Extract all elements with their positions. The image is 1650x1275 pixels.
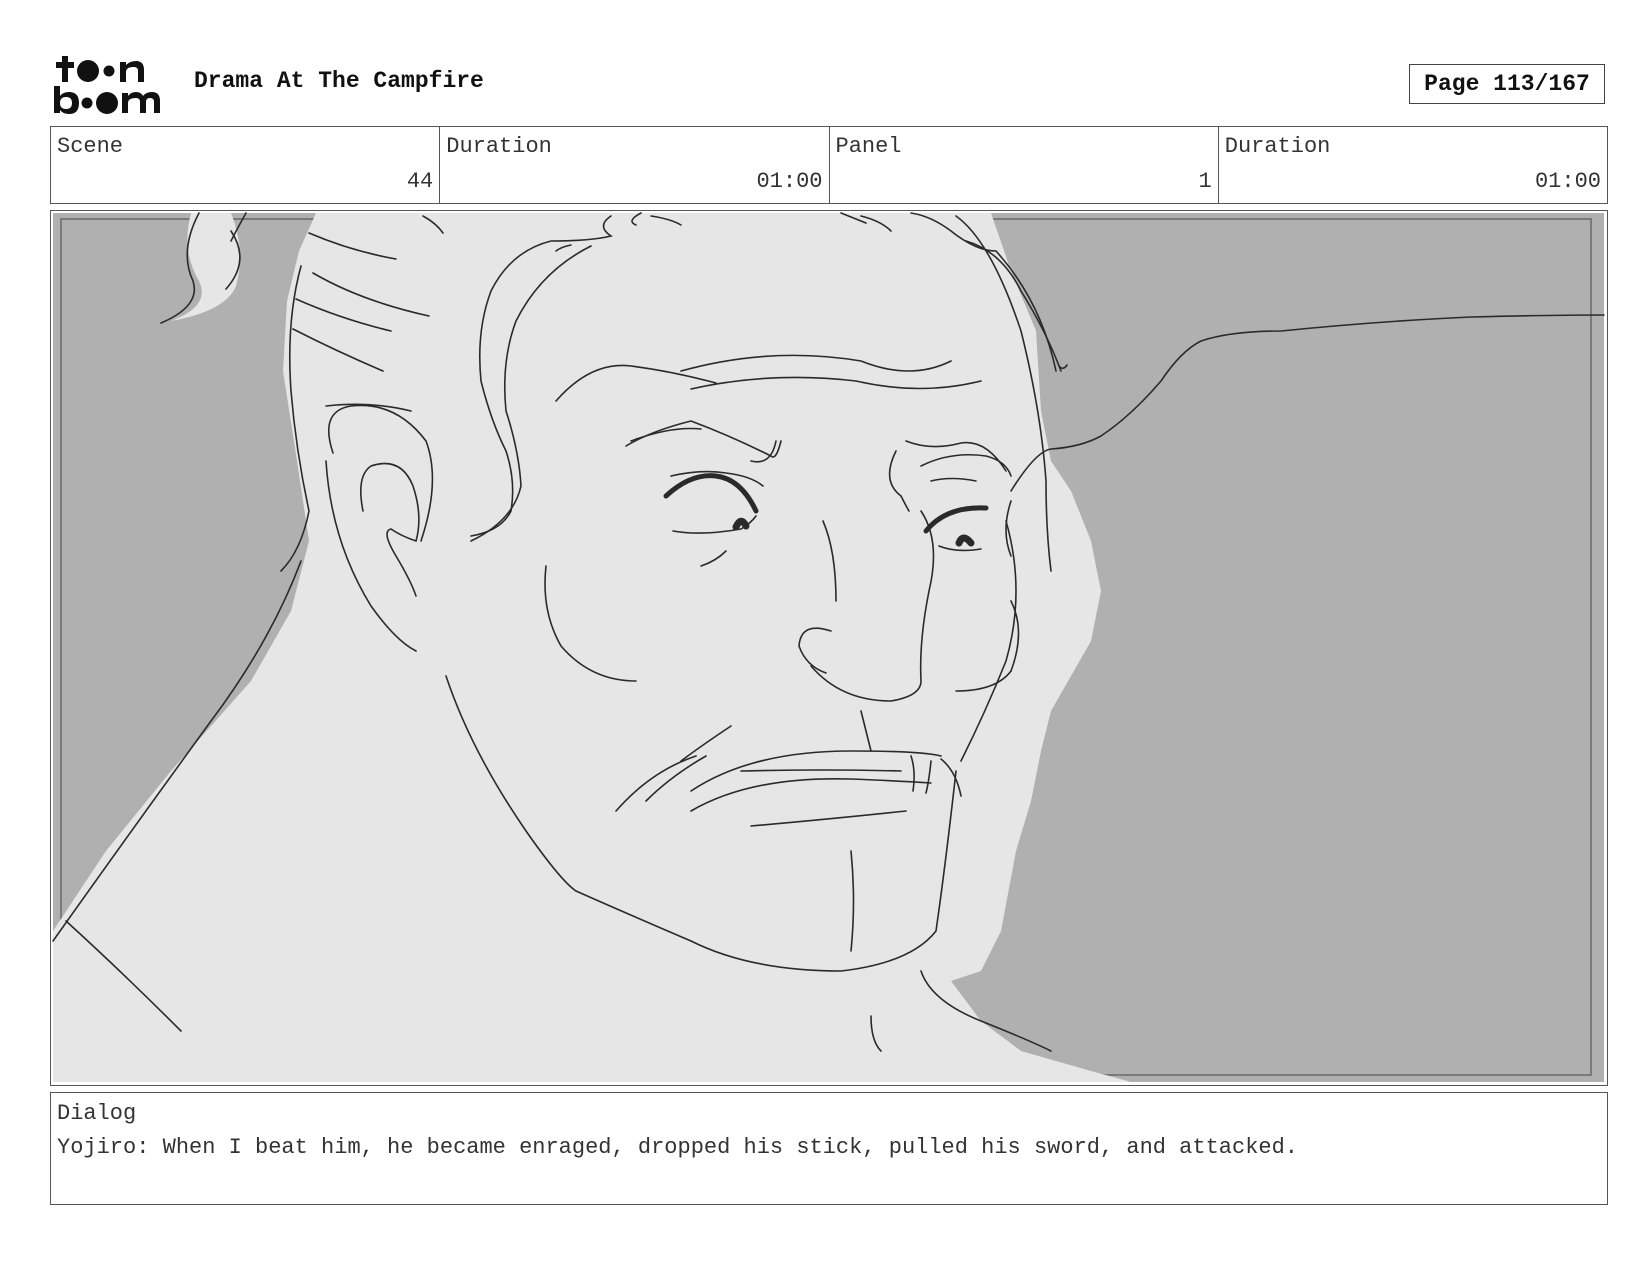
panel-label: Panel bbox=[835, 134, 902, 159]
project-title: Drama At The Campfire bbox=[194, 68, 484, 94]
scene-duration-value: 01:00 bbox=[756, 169, 823, 194]
scene-value: 44 bbox=[406, 169, 434, 194]
panel-cell: Panel 1 bbox=[830, 127, 1219, 203]
toon-boom-logo-mark bbox=[54, 56, 160, 114]
dialog-label: Dialog bbox=[57, 1101, 137, 1126]
toon-boom-logo bbox=[52, 52, 172, 118]
panel-duration-label: Duration bbox=[1224, 134, 1331, 159]
scene-duration-cell: Duration 01:00 bbox=[440, 127, 830, 203]
storyboard-panel bbox=[50, 210, 1608, 1086]
scene-cell: Scene 44 bbox=[51, 127, 441, 203]
dialog-text: Yojiro: When I beat him, he became enrag… bbox=[57, 1135, 1299, 1160]
dialog-box: Dialog Yojiro: When I beat him, he becam… bbox=[50, 1092, 1608, 1205]
panel-value: 1 bbox=[1198, 169, 1212, 194]
panel-duration-value: 01:00 bbox=[1534, 169, 1601, 194]
panel-sketch bbox=[52, 212, 1605, 1082]
panel-duration-cell: Duration 01:00 bbox=[1219, 127, 1607, 203]
scene-info-table: Scene 44 Duration 01:00 Panel 1 Duration… bbox=[50, 126, 1608, 204]
scene-label: Scene bbox=[57, 134, 124, 159]
page-indicator: Page 113/167 bbox=[1409, 64, 1605, 104]
scene-duration-label: Duration bbox=[446, 134, 552, 159]
